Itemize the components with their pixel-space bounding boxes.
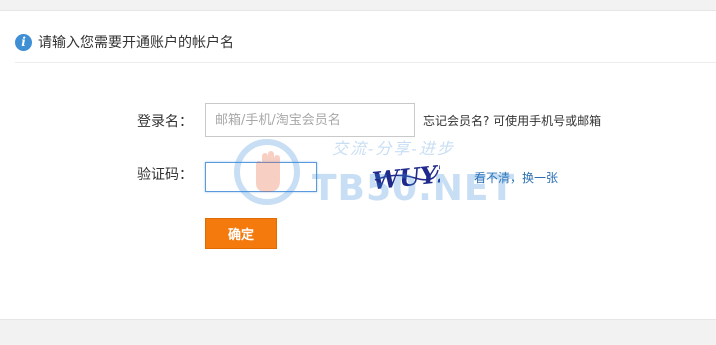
forgot-username-hint[interactable]: 忘记会员名? 可使用手机号或邮箱 (423, 112, 601, 129)
username-label: 登录名： (137, 114, 193, 130)
username-input[interactable] (205, 103, 415, 137)
confirm-button[interactable]: 确定 (205, 218, 277, 249)
captcha-input[interactable] (205, 162, 317, 192)
info-icon: i (15, 33, 32, 51)
page-title: 请输入您需要开通账户的帐户名 (38, 35, 234, 51)
captcha-image[interactable]: WUY2 (370, 158, 440, 194)
captcha-refresh-link[interactable]: 看不清，换一张 (474, 169, 558, 186)
section-header: i 请输入您需要开通账户的帐户名 (15, 22, 716, 63)
captcha-label: 验证码： (137, 167, 193, 183)
